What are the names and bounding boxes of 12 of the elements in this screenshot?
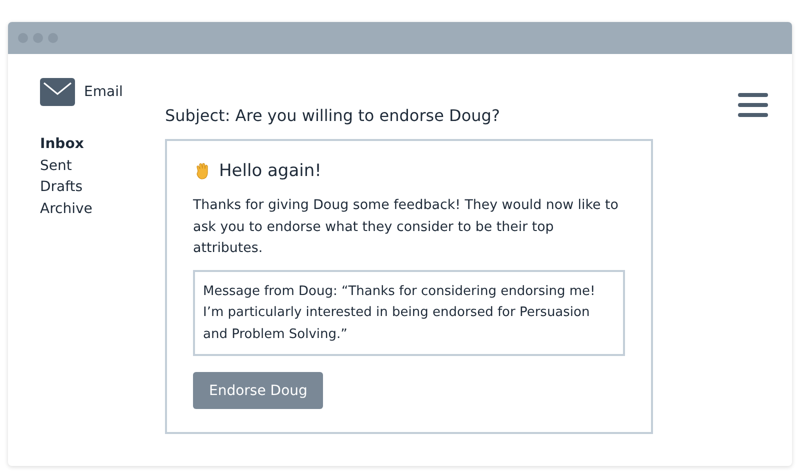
sidebar-item[interactable]: Archive bbox=[40, 198, 165, 220]
endorse-button[interactable]: Endorse Doug bbox=[193, 372, 324, 409]
email-body-text: Thanks for giving Doug some feedback! They would now like to ask you to endorse what they consider to be their top attributes. bbox=[193, 197, 620, 258]
envelope-icon bbox=[40, 78, 75, 106]
menu-icon[interactable] bbox=[738, 92, 768, 118]
sidebar-item[interactable]: Inbox bbox=[40, 134, 165, 156]
quoted-message: Message from Doug: “Thanks for considering endorsing me! I’m particularly interested in being endorsed for Persuasion and Problem Solving.” bbox=[193, 270, 625, 356]
sidebar-item[interactable]: Drafts bbox=[40, 177, 165, 198]
app-title: Email bbox=[84, 84, 123, 100]
sidebar-item[interactable]: Sent bbox=[40, 156, 165, 177]
email-subject: Subject: Are you willing to endorse Doug? bbox=[165, 106, 501, 125]
greeting-heading: Hello again! bbox=[219, 161, 322, 181]
